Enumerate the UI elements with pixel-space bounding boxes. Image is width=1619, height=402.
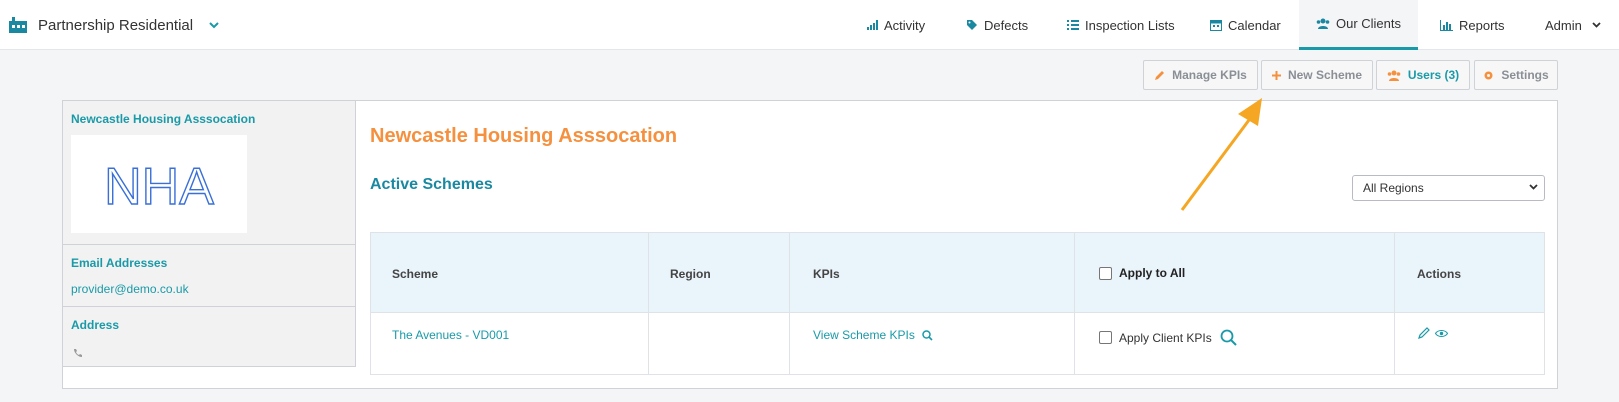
- client-sidebar: Newcastle Housing Asssocation NHA Email …: [62, 100, 356, 367]
- column-header-apply-to-all: Apply to All: [1099, 266, 1185, 280]
- client-logo: NHA: [71, 135, 247, 233]
- chevron-down-icon: [1529, 184, 1538, 190]
- brand[interactable]: Partnership Residential: [8, 11, 219, 39]
- bar-chart-icon: [866, 20, 878, 30]
- apply-to-all-label: Apply to All: [1119, 266, 1186, 280]
- edit-icon[interactable]: [1418, 327, 1430, 339]
- nav-item-reports[interactable]: Reports: [1440, 0, 1505, 50]
- calendar-icon: [1210, 19, 1222, 31]
- manage-kpis-label: Manage KPIs: [1172, 68, 1247, 82]
- view-scheme-kpis-link[interactable]: View Scheme KPIs: [813, 328, 933, 342]
- settings-button[interactable]: Settings: [1474, 60, 1558, 90]
- view-scheme-kpis-label: View Scheme KPIs: [813, 328, 915, 342]
- column-header-scheme[interactable]: Scheme: [392, 267, 438, 281]
- top-nav-bar: Partnership Residential Activity Defects…: [0, 0, 1619, 50]
- plus-icon: [1271, 70, 1281, 80]
- table-header: [371, 233, 1544, 313]
- eye-icon[interactable]: [1435, 329, 1448, 338]
- pencil-icon: [1154, 70, 1165, 81]
- scheme-link[interactable]: The Avenues - VD001: [392, 328, 509, 342]
- users-icon: [1387, 70, 1401, 81]
- nav-item-inspection-lists[interactable]: Inspection Lists: [1067, 0, 1175, 50]
- nav-label: Activity: [884, 17, 926, 33]
- users-label: Users (3): [1407, 68, 1460, 82]
- nav-label: Admin: [1545, 17, 1582, 33]
- new-scheme-label: New Scheme: [1287, 68, 1363, 82]
- logo-text: NHA: [104, 158, 214, 216]
- email-link[interactable]: provider@demo.co.uk: [71, 282, 189, 296]
- client-name: Newcastle Housing Asssocation: [71, 112, 256, 126]
- users-button[interactable]: Users (3): [1376, 60, 1470, 90]
- apply-client-kpis: Apply Client KPIs: [1099, 329, 1237, 346]
- new-scheme-button[interactable]: New Scheme: [1261, 60, 1373, 90]
- nav-item-calendar[interactable]: Calendar: [1210, 0, 1281, 50]
- nav-item-defects[interactable]: Defects: [966, 0, 1028, 50]
- page-title: Newcastle Housing Asssocation: [370, 125, 678, 147]
- nav-label: Inspection Lists: [1085, 17, 1175, 33]
- column-header-region[interactable]: Region: [670, 267, 711, 281]
- nav-label: Calendar: [1228, 17, 1281, 33]
- nav-label: Reports: [1459, 17, 1505, 33]
- settings-label: Settings: [1501, 68, 1549, 82]
- column-header-kpis[interactable]: KPIs: [813, 267, 840, 281]
- apply-to-all-checkbox[interactable]: [1099, 266, 1112, 280]
- nav-item-our-clients[interactable]: Our Clients: [1299, 0, 1418, 50]
- gear-icon: [1483, 70, 1494, 81]
- region-select[interactable]: All Regions: [1352, 175, 1545, 201]
- row-actions: [1418, 327, 1448, 339]
- section-title: Active Schemes: [370, 176, 493, 193]
- nav-item-activity[interactable]: Activity: [866, 0, 925, 50]
- search-icon: [922, 329, 933, 341]
- list-icon: [1067, 19, 1079, 31]
- address-label: Address: [71, 318, 120, 332]
- divider: [63, 306, 355, 307]
- schemes-table: Scheme Region KPIs Apply to All Actions …: [370, 232, 1545, 375]
- apply-client-kpis-checkbox[interactable]: [1099, 331, 1112, 344]
- divider: [63, 244, 355, 245]
- nav-item-admin[interactable]: Admin: [1545, 0, 1601, 50]
- chevron-down-icon[interactable]: [209, 21, 219, 29]
- report-chart-icon: [1440, 19, 1453, 31]
- email-label: Email Addresses: [71, 256, 168, 270]
- chevron-down-icon: [1592, 22, 1601, 28]
- search-icon[interactable]: [1220, 329, 1237, 346]
- users-icon: [1316, 18, 1330, 29]
- column-divider: [1074, 233, 1075, 374]
- column-header-actions: Actions: [1417, 267, 1462, 281]
- building-icon: [8, 16, 28, 34]
- column-divider: [648, 233, 649, 374]
- tag-icon: [966, 19, 978, 31]
- column-divider: [789, 233, 790, 374]
- column-divider: [1394, 233, 1395, 374]
- apply-client-kpis-label: Apply Client KPIs: [1119, 330, 1212, 345]
- brand-name: Partnership Residential: [38, 16, 194, 34]
- phone-icon: [73, 345, 83, 363]
- manage-kpis-button[interactable]: Manage KPIs: [1143, 60, 1258, 90]
- region-select-value: All Regions: [1363, 181, 1424, 195]
- nav-label: Defects: [984, 17, 1029, 33]
- annotation-arrow: [1180, 98, 1262, 211]
- nav-label: Our Clients: [1335, 16, 1402, 31]
